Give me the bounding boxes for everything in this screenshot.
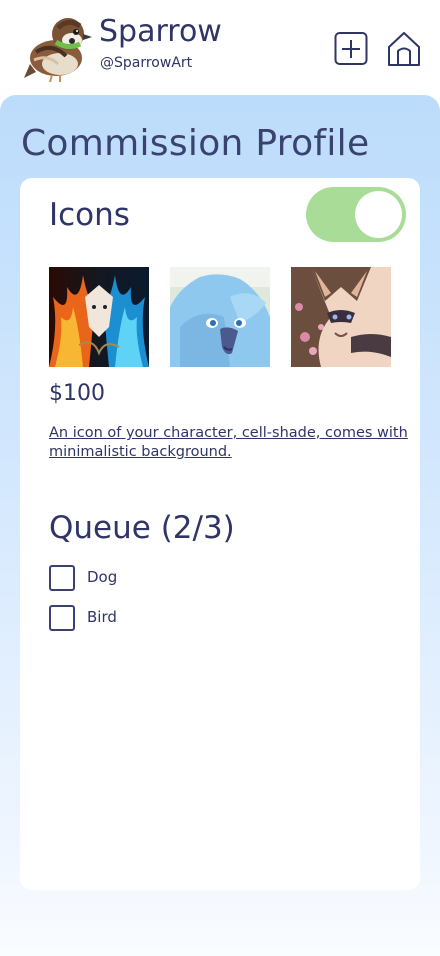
queue-item-label: Dog	[87, 568, 118, 586]
home-button[interactable]	[387, 31, 421, 67]
sparrow-avatar-icon	[24, 18, 92, 83]
avatar[interactable]	[22, 12, 94, 84]
queue-item-checkbox[interactable]	[49, 605, 75, 631]
commission-title: Icons	[49, 197, 130, 233]
blue-gryphon-artwork	[170, 267, 270, 367]
plus-square-icon	[334, 32, 368, 65]
commission-description-link[interactable]: An icon of your character, cell-shade, c…	[49, 424, 409, 462]
queue-item-checkbox[interactable]	[49, 565, 75, 591]
example-image-fire-wolf[interactable]	[49, 267, 149, 367]
fox-blossom-artwork	[291, 267, 391, 367]
home-icon	[388, 32, 420, 66]
fire-wolf-artwork	[49, 267, 149, 367]
queue-title: Queue (2/3)	[49, 510, 235, 546]
example-image-gryphon[interactable]	[170, 267, 270, 367]
commission-toggle[interactable]	[306, 187, 406, 242]
add-button[interactable]	[334, 31, 368, 67]
example-image-fox[interactable]	[291, 267, 391, 367]
queue-item-label: Bird	[87, 608, 117, 626]
commission-price: $100	[49, 381, 105, 406]
app-header: Sparrow @SparrowArt	[0, 0, 440, 96]
user-name: Sparrow	[99, 14, 222, 49]
toggle-knob	[355, 191, 402, 238]
page-title: Commission Profile	[21, 123, 370, 164]
user-handle: @SparrowArt	[100, 55, 193, 71]
